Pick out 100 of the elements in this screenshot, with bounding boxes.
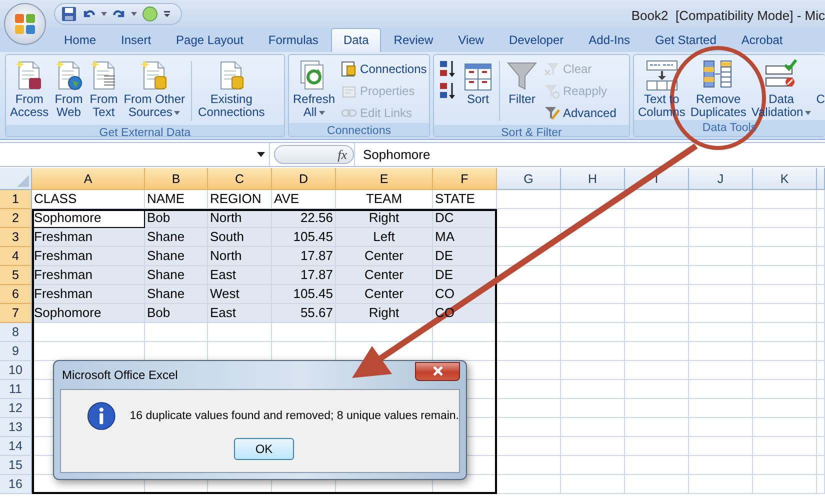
table-cell: Center [336, 266, 433, 285]
close-button[interactable] [415, 362, 460, 380]
table-cell: 17.87 [272, 247, 336, 266]
save-icon[interactable] [61, 6, 77, 22]
table-cell [689, 266, 753, 285]
row-header[interactable]: 7 [0, 304, 32, 323]
ribbon-button[interactable]: From Text [86, 57, 121, 119]
table-cell [497, 266, 561, 285]
table-cell [689, 342, 753, 361]
table-cell [561, 323, 625, 342]
table-cell [561, 475, 625, 494]
caret-icon[interactable] [101, 12, 107, 16]
column-header[interactable]: F [433, 168, 497, 190]
ribbon-tab[interactable]: Formulas [256, 28, 330, 52]
row-header[interactable]: 16 [0, 475, 32, 494]
table-cell [561, 228, 625, 247]
table-cell: 17.87 [272, 266, 336, 285]
table-cell [625, 342, 689, 361]
row-header[interactable]: 3 [0, 228, 32, 247]
ribbon-tab[interactable]: Acrobat [729, 28, 795, 52]
table-cell [753, 266, 817, 285]
table-cell [689, 209, 753, 228]
row-header[interactable]: 4 [0, 247, 32, 266]
ribbon-tab[interactable]: Data [331, 28, 381, 52]
ribbon-button[interactable]: Existing Connections [196, 57, 267, 119]
table-cell: Sophomore [32, 304, 145, 323]
row-header[interactable]: 10 [0, 361, 32, 380]
text-to-columns-icon [646, 59, 678, 91]
table-cell: South [208, 228, 272, 247]
row-header[interactable]: 15 [0, 456, 32, 475]
row-header[interactable]: 9 [0, 342, 32, 361]
document-database-icon [139, 59, 170, 91]
row-header[interactable]: 8 [0, 323, 32, 342]
insert-function-button[interactable]: fx [338, 146, 347, 162]
ribbon-tab[interactable]: Get Started [643, 28, 728, 52]
column-header[interactable]: C [208, 168, 272, 190]
ribbon-tab[interactable]: Insert [109, 28, 164, 52]
row-header[interactable]: 12 [0, 399, 32, 418]
office-button[interactable] [4, 3, 46, 45]
circle-icon[interactable] [142, 6, 158, 22]
row-header[interactable]: 11 [0, 380, 32, 399]
connections-icon [341, 60, 358, 76]
dialog-message: 16 duplicate values found and removed; 8 unique values remain. [130, 410, 459, 422]
clear-filter-icon [544, 60, 560, 76]
ribbon-tab[interactable]: Developer [496, 28, 576, 52]
ribbon-tab[interactable]: Page Layout [164, 28, 256, 52]
ribbon-button[interactable]: Advanced [541, 102, 620, 123]
table-cell [625, 266, 689, 285]
caret-icon[interactable] [131, 12, 137, 16]
table-cell [561, 456, 625, 475]
table-cell [753, 228, 817, 247]
column-header[interactable]: E [336, 168, 433, 190]
ribbon-button[interactable]: Remove Duplicates [688, 57, 748, 119]
ribbon-button[interactable]: From Access [8, 57, 51, 119]
row-header[interactable]: 2 [0, 209, 32, 228]
sort-descending-icon [439, 80, 457, 100]
ribbon-button[interactable]: From Web [52, 57, 86, 119]
ribbon-tab[interactable]: Review [382, 28, 446, 52]
ribbon-tab[interactable]: View [446, 28, 496, 52]
ribbon-button[interactable]: Filter [504, 57, 540, 106]
row-header[interactable]: 5 [0, 266, 32, 285]
advanced-filter-icon [544, 104, 560, 120]
column-header[interactable]: K [753, 168, 817, 190]
table-cell [753, 456, 817, 475]
table-cell [625, 456, 689, 475]
formula-field[interactable]: Sophomore [354, 143, 825, 166]
ribbon-tab[interactable]: Add-Ins [576, 28, 642, 52]
column-header[interactable]: A [32, 168, 145, 190]
table-cell [753, 190, 817, 209]
column-header[interactable]: D [272, 168, 336, 190]
ribbon-button[interactable]: C [814, 57, 825, 106]
table-cell [497, 361, 561, 380]
document-globe-icon [54, 59, 84, 91]
column-header[interactable]: H [561, 168, 625, 190]
row-header[interactable]: 13 [0, 418, 32, 437]
ribbon-button[interactable]: From Other Sources [122, 57, 188, 119]
table-cell [497, 323, 561, 342]
row-header[interactable]: 6 [0, 285, 32, 304]
table-cell [689, 437, 753, 456]
column-header[interactable]: G [497, 168, 561, 190]
table-cell: Shane [145, 266, 208, 285]
table-cell: MA [433, 228, 497, 247]
table-cell: Center [336, 285, 433, 304]
ribbon-button[interactable]: Sort [461, 57, 495, 106]
column-header[interactable]: B [145, 168, 208, 190]
table-cell [497, 247, 561, 266]
ribbon-tab[interactable]: Home [52, 28, 108, 52]
table-cell [689, 456, 753, 475]
ok-button[interactable]: OK [234, 438, 294, 460]
caret-icon [257, 152, 265, 157]
row-header[interactable]: 1 [0, 190, 32, 209]
row-header[interactable]: 14 [0, 437, 32, 456]
table-cell [753, 437, 817, 456]
close-icon [432, 366, 444, 376]
ribbon-button[interactable]: Connections [338, 58, 429, 79]
table-cell [753, 285, 817, 304]
column-header[interactable]: J [689, 168, 753, 190]
customize-icon[interactable] [163, 10, 171, 18]
table-cell [625, 247, 689, 266]
ribbon-button[interactable]: Refresh All [291, 57, 338, 119]
